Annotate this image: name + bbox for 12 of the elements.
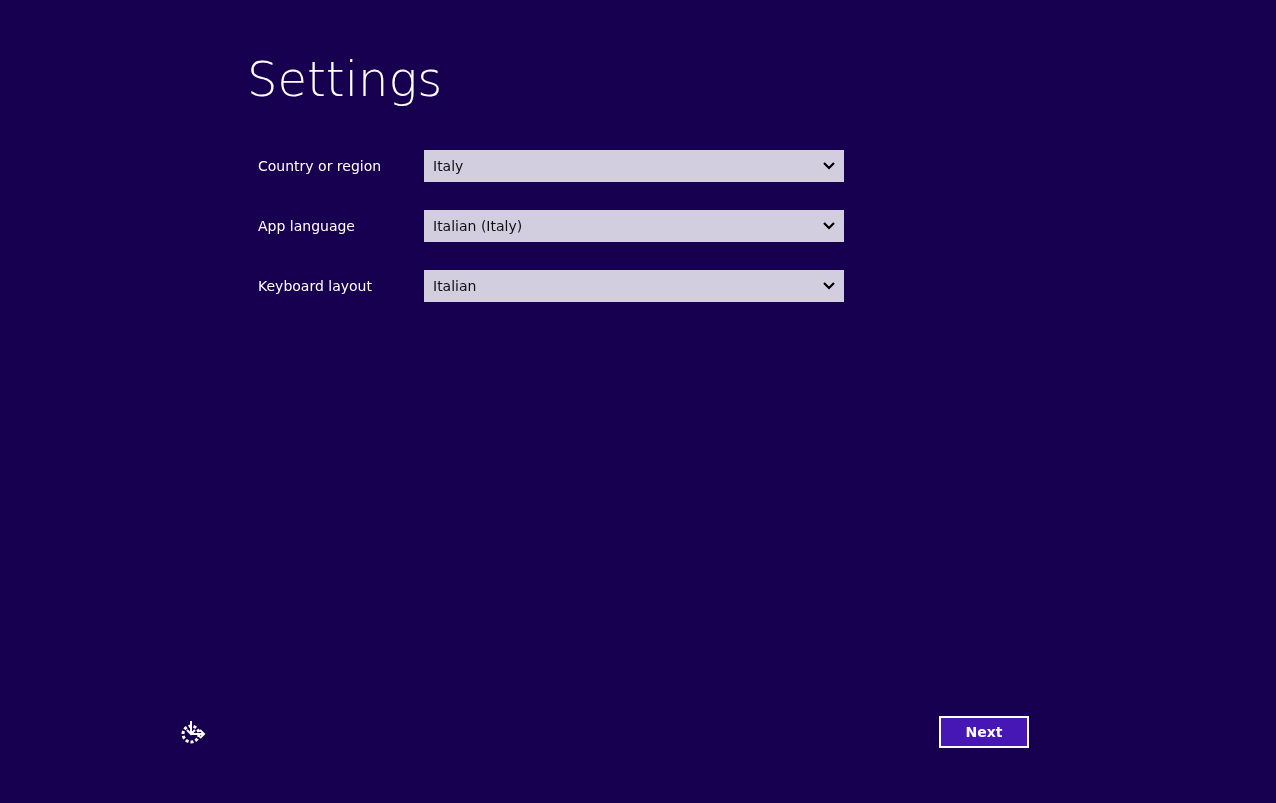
chevron-down-icon (823, 162, 835, 171)
dropdown[interactable]: Italy (424, 150, 844, 183)
field-label: Keyboard layout (258, 276, 373, 296)
dropdown[interactable]: Italian (Italy) (424, 210, 844, 243)
page-title: Settings (247, 50, 444, 109)
chevron-down-icon (823, 222, 835, 231)
field-label: App language (258, 216, 356, 236)
field-label: Country or region (258, 156, 383, 176)
dropdown[interactable]: Italian (424, 270, 844, 303)
next-button[interactable]: Next (939, 716, 1029, 748)
chevron-down-icon (823, 282, 835, 291)
ease-of-access-icon[interactable] (180, 719, 206, 745)
